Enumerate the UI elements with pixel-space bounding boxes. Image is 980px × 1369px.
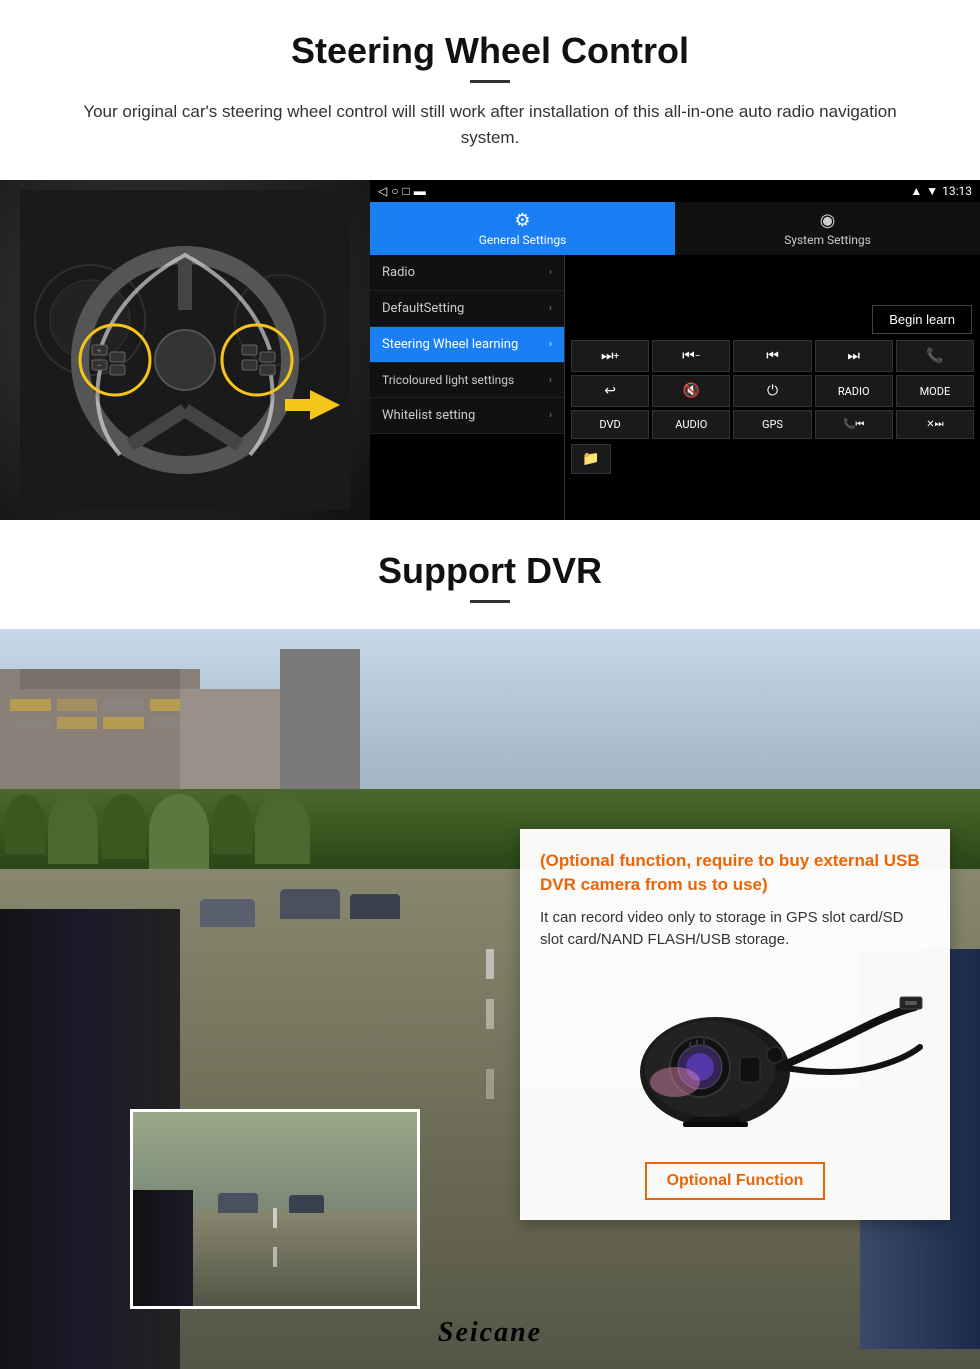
section1-title: Steering Wheel Control	[40, 30, 940, 72]
menu-item-defaultsetting[interactable]: DefaultSetting ›	[370, 291, 564, 327]
steering-controls-area: Begin learn ⏭+ ⏮− ⏮ ⏭ 📞 ↩ 🔇 ⏻	[565, 255, 980, 520]
steering-wheel-scene: + −	[0, 180, 370, 520]
ctrl-vol-up[interactable]: ⏭+	[571, 340, 649, 372]
section1-header: Steering Wheel Control Your original car…	[0, 0, 980, 180]
svg-text:+: +	[97, 348, 101, 355]
dvr-info-card: (Optional function, require to buy exter…	[520, 829, 950, 1220]
ctrl-file[interactable]: 📁	[571, 444, 611, 474]
control-grid-row1: ⏭+ ⏮− ⏮ ⏭ 📞	[569, 340, 976, 375]
seicane-brand: Seicane	[438, 1317, 542, 1349]
ctrl-audio[interactable]: AUDIO	[652, 410, 730, 439]
chevron-icon: ›	[549, 410, 552, 421]
ctrl-dvd[interactable]: DVD	[571, 410, 649, 439]
menu-item-steering-wheel[interactable]: Steering Wheel learning ›	[370, 327, 564, 363]
section2-header: Support DVR	[0, 520, 980, 629]
title-divider	[470, 80, 510, 83]
menu-default-label: DefaultSetting	[382, 301, 464, 316]
statusbar: ◁ ○ □ ▬ ▲ ▼ 13:13	[370, 180, 980, 202]
ctrl-prev[interactable]: ⏮	[733, 340, 811, 372]
settings-menu: Radio › DefaultSetting › Steering Wheel …	[370, 255, 565, 520]
signal-icon: ▲	[910, 184, 922, 198]
home-icon: ○	[391, 184, 398, 198]
settings-tabs: ⚙ General Settings ◉ System Settings	[370, 202, 980, 255]
dvr-description: It can record video only to storage in G…	[540, 907, 930, 952]
menu-icon: ▬	[414, 184, 426, 198]
ctrl-mute[interactable]: 🔇	[652, 375, 730, 407]
ctrl-gps[interactable]: GPS	[733, 410, 811, 439]
wifi-icon: ▼	[926, 184, 938, 198]
section2: Support DVR	[0, 520, 980, 1369]
steering-composite: + −	[0, 180, 980, 520]
recents-icon: □	[402, 184, 409, 198]
car1	[280, 889, 340, 919]
begin-learn-row: Begin learn	[569, 299, 976, 340]
tab-system[interactable]: ◉ System Settings	[675, 202, 980, 255]
ctrl-phone[interactable]: 📞	[896, 340, 974, 372]
dvr-snapshot-scene	[133, 1112, 417, 1306]
time-display: 13:13	[942, 184, 972, 198]
ctrl-phone-prev[interactable]: 📞⏮	[815, 410, 893, 439]
svg-text:−: −	[97, 363, 101, 370]
begin-learn-button[interactable]: Begin learn	[872, 305, 972, 334]
car3	[200, 899, 255, 927]
menu-radio-label: Radio	[382, 265, 415, 280]
android-ui-panel: ◁ ○ □ ▬ ▲ ▼ 13:13 ⚙ General Settings ◉ S…	[370, 180, 980, 520]
menu-item-tricoloured[interactable]: Tricoloured light settings ›	[370, 363, 564, 398]
menu-item-whitelist[interactable]: Whitelist setting ›	[370, 398, 564, 434]
control-grid-row2: ↩ 🔇 ⏻ RADIO MODE	[569, 375, 976, 410]
ctrl-radio[interactable]: RADIO	[815, 375, 893, 407]
ctrl-back[interactable]: ↩	[571, 375, 649, 407]
dvr-camera-image	[540, 967, 930, 1147]
tab-general[interactable]: ⚙ General Settings	[370, 202, 675, 255]
chevron-icon: ›	[549, 375, 552, 386]
menu-tricoloured-label: Tricoloured light settings	[382, 373, 514, 387]
menu-steering-label: Steering Wheel learning	[382, 337, 518, 352]
optional-function-label: Optional Function	[667, 1172, 804, 1189]
menu-item-radio[interactable]: Radio ›	[370, 255, 564, 291]
dvr-snapshot	[130, 1109, 420, 1309]
gear-icon: ⚙	[514, 210, 530, 231]
tab-general-label: General Settings	[479, 233, 567, 247]
section2-title: Support DVR	[40, 550, 940, 592]
section1-subtitle: Your original car's steering wheel contr…	[80, 99, 900, 150]
car2	[350, 894, 400, 919]
chevron-icon: ›	[549, 267, 552, 278]
control-grid-row3: DVD AUDIO GPS 📞⏮ ✕⏭	[569, 410, 976, 442]
menu-whitelist-label: Whitelist setting	[382, 408, 475, 423]
steering-wheel-svg: + −	[20, 190, 350, 510]
back-icon: ◁	[378, 184, 387, 198]
chevron-icon: ›	[549, 339, 552, 350]
tab-system-label: System Settings	[784, 233, 871, 247]
menu-controls-area: Radio › DefaultSetting › Steering Wheel …	[370, 255, 980, 520]
ctrl-mode[interactable]: MODE	[896, 375, 974, 407]
section1: Steering Wheel Control Your original car…	[0, 0, 980, 520]
optional-function-container: Optional Function	[540, 1162, 930, 1200]
chevron-icon: ›	[549, 303, 552, 314]
title-divider2	[470, 600, 510, 603]
dvr-content-area: (Optional function, require to buy exter…	[0, 629, 980, 1369]
steering-wheel-photo: + −	[0, 180, 370, 520]
ctrl-phone-next[interactable]: ✕⏭	[896, 410, 974, 439]
system-icon: ◉	[820, 210, 836, 231]
optional-function-badge: Optional Function	[645, 1162, 826, 1200]
dvr-camera-svg	[545, 967, 925, 1147]
ctrl-vol-down[interactable]: ⏮−	[652, 340, 730, 372]
ctrl-next[interactable]: ⏭	[815, 340, 893, 372]
ctrl-power[interactable]: ⏻	[733, 375, 811, 407]
dvr-optional-text: (Optional function, require to buy exter…	[540, 849, 930, 897]
whitelist-area: 📁	[569, 442, 976, 476]
